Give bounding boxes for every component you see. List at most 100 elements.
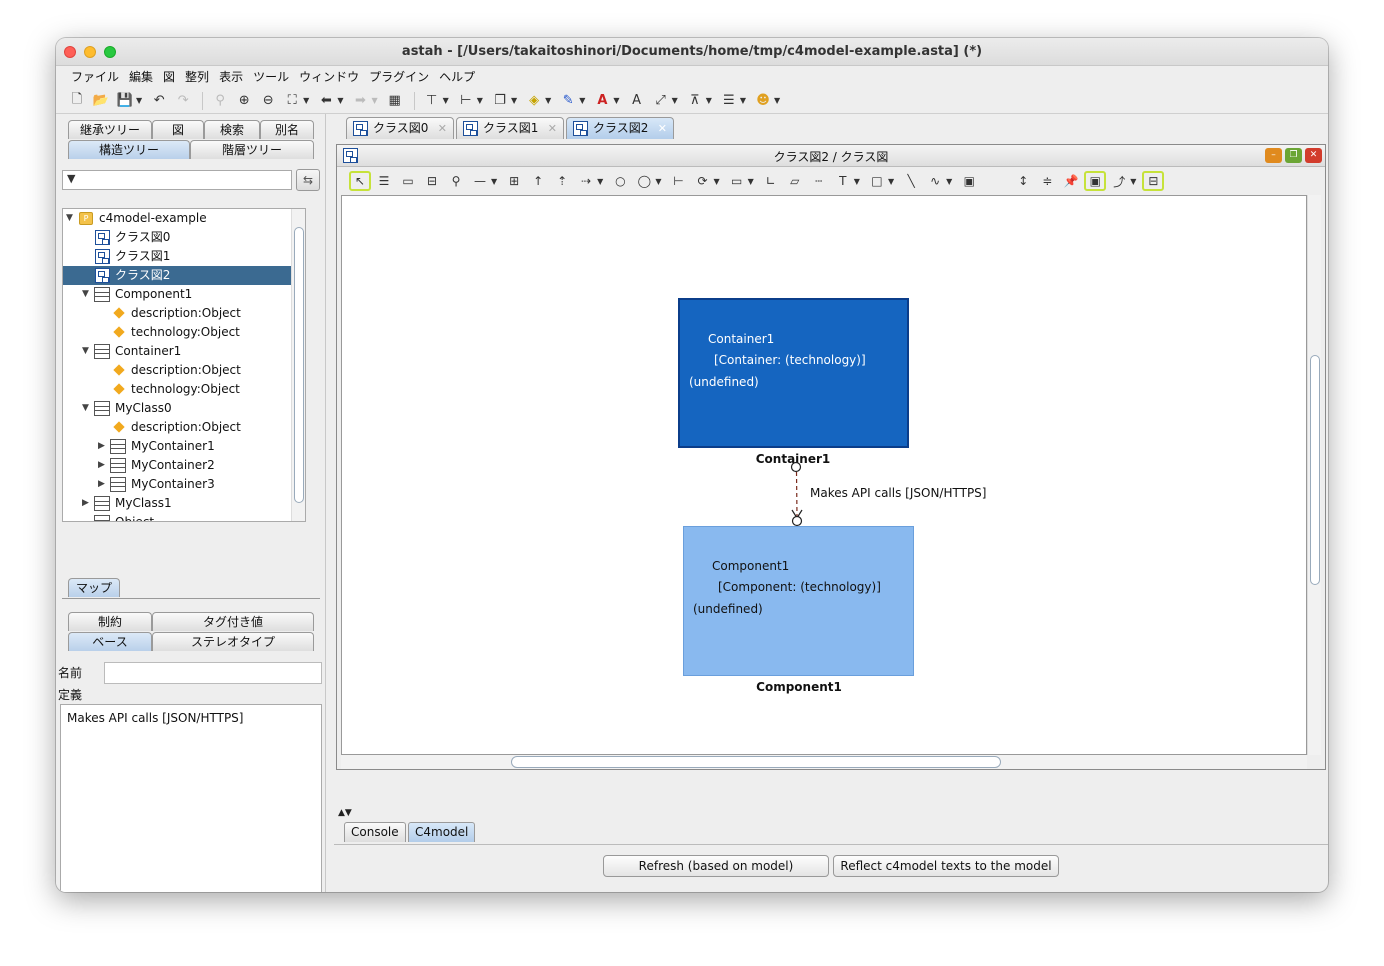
tab-inheritance-tree[interactable]: 継承ツリー xyxy=(68,120,152,139)
align-left-dropdown-icon[interactable]: ▼ xyxy=(477,96,483,105)
font-color-icon[interactable]: A xyxy=(591,91,613,111)
association-tool-icon[interactable]: — xyxy=(469,171,491,191)
image-tool-icon[interactable]: ▣ xyxy=(958,171,980,191)
back-arrow-icon[interactable]: ⬅ xyxy=(315,91,337,111)
close-tab-icon[interactable]: ✕ xyxy=(548,118,557,139)
text-tool-icon[interactable]: T xyxy=(832,171,854,191)
tree-item-diagram0[interactable]: クラス図0 xyxy=(63,228,305,247)
forward-dropdown-icon[interactable]: ▼ xyxy=(371,96,377,105)
boundary-object-icon[interactable]: ⊢ xyxy=(667,171,689,191)
canvas-hscroll-thumb[interactable] xyxy=(511,756,1001,768)
tree-item-mycontainer3[interactable]: ▶ MyContainer3 xyxy=(63,475,305,494)
realization-tool-icon[interactable]: ⇡ xyxy=(551,171,573,191)
back-dropdown-icon[interactable]: ▼ xyxy=(337,96,343,105)
package-tool-icon[interactable]: ▭ xyxy=(397,171,419,191)
line-style-icon[interactable]: ⤢ xyxy=(650,91,672,111)
align-left-icon[interactable]: ⊢ xyxy=(455,91,477,111)
layout-icon[interactable]: ▦ xyxy=(384,91,406,111)
list-layout-icon[interactable]: ☰ xyxy=(718,91,740,111)
note-anchor-tool-icon[interactable]: ┄ xyxy=(808,171,830,191)
close-icon[interactable]: ✕ xyxy=(1305,148,1322,163)
open-folder-icon[interactable]: 📂 xyxy=(90,91,112,111)
restore-icon[interactable]: ❐ xyxy=(1285,148,1302,163)
tree-item-attribute[interactable]: technology:Object xyxy=(63,380,305,399)
tree-item-attribute[interactable]: description:Object xyxy=(63,361,305,380)
save-icon[interactable]: 💾 xyxy=(114,91,136,111)
text-dropdown-icon[interactable]: ▼ xyxy=(854,177,860,186)
tree-item-attribute[interactable]: description:Object xyxy=(63,418,305,437)
tab-diagram[interactable]: 図 xyxy=(152,120,204,139)
fill-color-dropdown-icon[interactable]: ▼ xyxy=(545,96,551,105)
tab-class-diagram2[interactable]: クラス図2 ✕ xyxy=(566,117,674,139)
tree-filter-input[interactable]: ▼ xyxy=(62,170,292,190)
new-file-icon[interactable]: 🗋 xyxy=(66,91,88,111)
tree-item-container1[interactable]: ▼ Container1 xyxy=(63,342,305,361)
container-node[interactable]: Container1 [Container: (technology)] (un… xyxy=(678,298,909,448)
tab-c4model[interactable]: C4model xyxy=(408,822,476,842)
line-style-dropdown-icon[interactable]: ▼ xyxy=(672,96,678,105)
tree-item-diagram1[interactable]: クラス図1 xyxy=(63,247,305,266)
zoom-in-icon[interactable]: ⊕ xyxy=(233,91,255,111)
tab-base[interactable]: ベース xyxy=(68,632,152,651)
font-size-icon[interactable]: A xyxy=(626,91,648,111)
tree-item-component1[interactable]: ▼ Component1 xyxy=(63,285,305,304)
entity-tool-icon[interactable]: ▭ xyxy=(726,171,748,191)
tree-item-attribute[interactable]: description:Object xyxy=(63,304,305,323)
dependency-dropdown-icon[interactable]: ▼ xyxy=(597,177,603,186)
tree-item-diagram2[interactable]: クラス図2 xyxy=(63,266,305,285)
expand-icon[interactable]: ▶ xyxy=(98,456,105,475)
line-route-icon[interactable]: ⤴ xyxy=(1108,171,1130,191)
arrange-icon[interactable]: ❐ xyxy=(489,91,511,111)
tab-class-diagram0[interactable]: クラス図0 ✕ xyxy=(346,117,454,139)
expand-icon[interactable]: ▶ xyxy=(98,475,105,494)
interface-tool-icon[interactable]: ⚲ xyxy=(445,171,467,191)
line-tool-icon[interactable]: ∟ xyxy=(760,171,782,191)
expand-icon[interactable]: ▶ xyxy=(82,494,89,513)
class-tool-icon[interactable]: ☰ xyxy=(373,171,395,191)
auto-layout-icon[interactable]: ⊟ xyxy=(1142,171,1165,191)
vertical-remove-space-icon[interactable]: ≑ xyxy=(1036,171,1058,191)
tree-item-object[interactable]: Object xyxy=(63,513,305,521)
tree-item-mycontainer2[interactable]: ▶ MyContainer2 xyxy=(63,456,305,475)
smiley-icon[interactable]: ☻ xyxy=(752,91,774,111)
tree-layout-dropdown-icon[interactable]: ▼ xyxy=(706,96,712,105)
smiley-dropdown-icon[interactable]: ▼ xyxy=(774,96,780,105)
collapse-icon[interactable]: ▼ xyxy=(82,399,89,418)
entity-dropdown-icon[interactable]: ▼ xyxy=(748,177,754,186)
undo-icon[interactable]: ↶ xyxy=(148,91,170,111)
tab-stereotype[interactable]: ステレオタイプ xyxy=(152,632,314,651)
tree-item-myclass0[interactable]: ▼ MyClass0 xyxy=(63,399,305,418)
save-dropdown-icon[interactable]: ▼ xyxy=(136,96,142,105)
tree-item-mycontainer1[interactable]: ▶ MyContainer1 xyxy=(63,437,305,456)
menu-tool[interactable]: ツール xyxy=(248,66,294,86)
line-draw-tool-icon[interactable]: ╲ xyxy=(900,171,922,191)
menu-file[interactable]: ファイル xyxy=(66,66,124,86)
tree-item-project[interactable]: ▼ P c4model-example xyxy=(63,209,305,228)
freehand-tool-icon[interactable]: ∿ xyxy=(924,171,946,191)
align-top-dropdown-icon[interactable]: ▼ xyxy=(443,96,449,105)
menu-plugin[interactable]: プラグイン xyxy=(364,66,434,86)
tab-hierarchy-tree[interactable]: 階層ツリー xyxy=(190,140,314,159)
tab-constraint[interactable]: 制約 xyxy=(68,612,152,631)
relation-label[interactable]: Makes API calls [JSON/HTTPS] xyxy=(810,486,986,500)
association-dropdown-icon[interactable]: ▼ xyxy=(491,177,497,186)
tree-scroll-thumb[interactable] xyxy=(294,227,304,503)
zoom-out-icon[interactable]: ⊖ xyxy=(257,91,279,111)
tree-item-attribute[interactable]: technology:Object xyxy=(63,323,305,342)
control-dropdown-icon[interactable]: ▼ xyxy=(713,177,719,186)
collapse-icon[interactable]: ▼ xyxy=(66,209,73,228)
tab-map[interactable]: マップ xyxy=(68,578,120,597)
rectangle-dropdown-icon[interactable]: ▼ xyxy=(888,177,894,186)
dependency-tool-icon[interactable]: ⇢ xyxy=(575,171,597,191)
collapse-icon[interactable]: ▼ xyxy=(82,285,89,304)
canvas-horizontal-scrollbar[interactable] xyxy=(341,755,1307,769)
menu-align[interactable]: 整列 xyxy=(180,66,214,86)
menu-help[interactable]: ヘルプ xyxy=(434,66,480,86)
menu-window[interactable]: ウィンドウ xyxy=(294,66,364,86)
pin-icon[interactable]: 📌 xyxy=(1060,171,1082,191)
snap-icon[interactable]: ▣ xyxy=(1084,171,1107,191)
rectangle-tool-icon[interactable]: □ xyxy=(866,171,888,191)
line-route-dropdown-icon[interactable]: ▼ xyxy=(1130,177,1136,186)
control-tool-icon[interactable]: ⟳ xyxy=(691,171,713,191)
component-node[interactable]: Component1 [Component: (technology)] (un… xyxy=(683,526,914,676)
